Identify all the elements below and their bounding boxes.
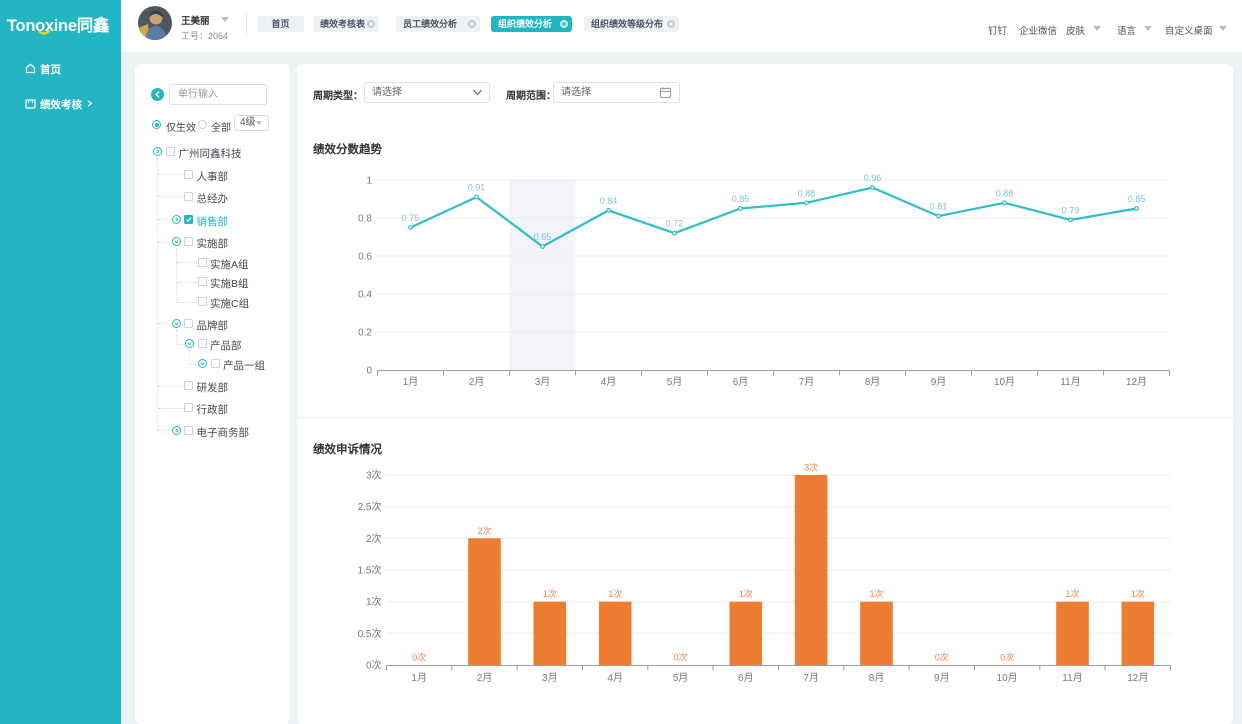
svg-text:0.88: 0.88 [996, 188, 1014, 198]
svg-text:8月: 8月 [869, 672, 885, 684]
svg-text:0.2: 0.2 [358, 328, 372, 339]
svg-text:11月: 11月 [1060, 376, 1080, 388]
svg-text:8月: 8月 [865, 376, 881, 388]
svg-text:0.85: 0.85 [1128, 194, 1146, 204]
svg-text:0.88: 0.88 [798, 188, 816, 198]
svg-text:0次: 0次 [1000, 652, 1014, 663]
svg-text:0.84: 0.84 [600, 196, 618, 206]
svg-text:7月: 7月 [803, 672, 819, 684]
svg-text:2月: 2月 [477, 672, 493, 684]
svg-text:3次: 3次 [366, 469, 382, 482]
svg-text:6月: 6月 [733, 376, 749, 388]
svg-text:10月: 10月 [997, 672, 1018, 684]
svg-text:1次: 1次 [1131, 588, 1145, 599]
svg-text:0.96: 0.96 [864, 173, 882, 183]
svg-text:1月: 1月 [403, 376, 419, 388]
svg-text:0次: 0次 [935, 652, 949, 663]
svg-text:1次: 1次 [608, 588, 622, 599]
svg-text:0.65: 0.65 [534, 232, 552, 242]
svg-text:0.91: 0.91 [468, 183, 486, 193]
svg-text:9月: 9月 [931, 376, 947, 388]
svg-text:0.85: 0.85 [732, 194, 750, 204]
svg-text:5月: 5月 [673, 672, 689, 684]
svg-text:0次: 0次 [366, 659, 382, 672]
svg-text:1月: 1月 [411, 672, 427, 684]
svg-text:1次: 1次 [543, 588, 557, 599]
svg-text:0.5次: 0.5次 [358, 627, 382, 640]
svg-text:4月: 4月 [601, 376, 617, 388]
svg-text:3月: 3月 [535, 376, 551, 388]
svg-text:0次: 0次 [412, 652, 426, 663]
svg-text:0.81: 0.81 [930, 202, 948, 212]
svg-text:1次: 1次 [869, 588, 883, 599]
svg-text:12月: 12月 [1126, 376, 1147, 388]
svg-text:6月: 6月 [738, 672, 754, 684]
svg-text:2次: 2次 [366, 532, 382, 545]
svg-text:0次: 0次 [673, 652, 687, 663]
svg-text:0: 0 [366, 366, 372, 377]
svg-text:1: 1 [366, 176, 372, 187]
svg-text:0.72: 0.72 [666, 219, 684, 229]
svg-text:0.8: 0.8 [358, 214, 372, 225]
svg-text:0.75: 0.75 [402, 213, 420, 223]
svg-text:2次: 2次 [477, 525, 491, 536]
svg-text:7月: 7月 [799, 376, 815, 388]
svg-text:5月: 5月 [667, 376, 683, 388]
svg-text:3次: 3次 [804, 462, 818, 473]
svg-text:1次: 1次 [739, 588, 753, 599]
svg-text:11月: 11月 [1062, 672, 1082, 684]
svg-text:1次: 1次 [366, 595, 382, 608]
svg-text:3月: 3月 [542, 672, 558, 684]
svg-text:2.5次: 2.5次 [358, 500, 382, 513]
svg-text:0.79: 0.79 [1062, 205, 1080, 215]
svg-text:0.4: 0.4 [358, 290, 372, 301]
svg-text:12月: 12月 [1127, 672, 1148, 684]
svg-text:9月: 9月 [934, 672, 950, 684]
svg-text:0.6: 0.6 [358, 252, 372, 263]
svg-text:1次: 1次 [1065, 588, 1079, 599]
svg-text:4月: 4月 [607, 672, 623, 684]
svg-text:1.5次: 1.5次 [358, 564, 382, 577]
svg-text:2月: 2月 [469, 376, 485, 388]
svg-text:10月: 10月 [994, 376, 1015, 388]
